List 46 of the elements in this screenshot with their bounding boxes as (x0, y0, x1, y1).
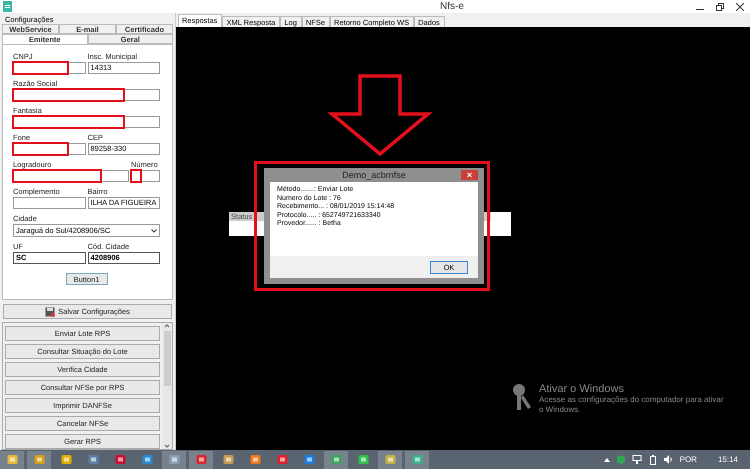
save-icon (45, 306, 56, 316)
app-icon (60, 454, 72, 465)
scrollbar[interactable] (162, 323, 172, 449)
app-icon (304, 454, 314, 465)
close-icon[interactable] (736, 2, 744, 10)
app-icon (142, 454, 152, 465)
app-icon (34, 454, 44, 465)
scroll-down-icon[interactable] (164, 443, 170, 449)
taskbar-button[interactable] (0, 450, 24, 468)
window-title: Nfs-e (440, 0, 464, 13)
app-icon (114, 454, 126, 465)
input-field[interactable] (13, 143, 86, 155)
input-field[interactable] (13, 170, 129, 182)
caret-icon (151, 228, 157, 232)
app-icon (222, 454, 234, 465)
input-field[interactable] (13, 89, 160, 101)
activation-title: Ativar o Windows (539, 383, 625, 395)
taskbar-button[interactable] (405, 450, 429, 468)
taskbar-button[interactable] (378, 450, 402, 468)
app-icon (330, 454, 342, 465)
app-icon (88, 454, 98, 465)
taskbar-button[interactable] (324, 450, 348, 468)
app-icon (384, 454, 396, 465)
activation-text: Acesse as configurações do computador para ativar o Windows. (539, 395, 725, 415)
taskbar-button[interactable] (27, 450, 51, 468)
network-icon[interactable] (632, 455, 642, 464)
dialog-title: Demo_acbrnfse (342, 170, 406, 180)
language-indicator[interactable]: POR (680, 455, 697, 464)
input-field[interactable] (13, 197, 86, 209)
clock[interactable]: 15:14 (718, 455, 738, 464)
key-icon (511, 383, 533, 413)
input-field[interactable] (131, 170, 160, 182)
taskbar-button[interactable] (162, 450, 186, 468)
app-icon (358, 454, 368, 465)
input-field[interactable] (13, 62, 86, 74)
caret-icon[interactable] (604, 457, 610, 462)
restore-icon[interactable] (716, 2, 724, 10)
app-icon (276, 454, 288, 465)
battery-icon[interactable] (648, 454, 657, 464)
speaker-icon[interactable] (664, 455, 673, 464)
app-icon (250, 454, 260, 465)
taskbar-button[interactable] (189, 450, 213, 468)
app-icon (196, 454, 206, 465)
input-field[interactable] (13, 116, 160, 128)
scroll-up-icon[interactable] (164, 323, 170, 329)
app-icon (168, 454, 180, 465)
